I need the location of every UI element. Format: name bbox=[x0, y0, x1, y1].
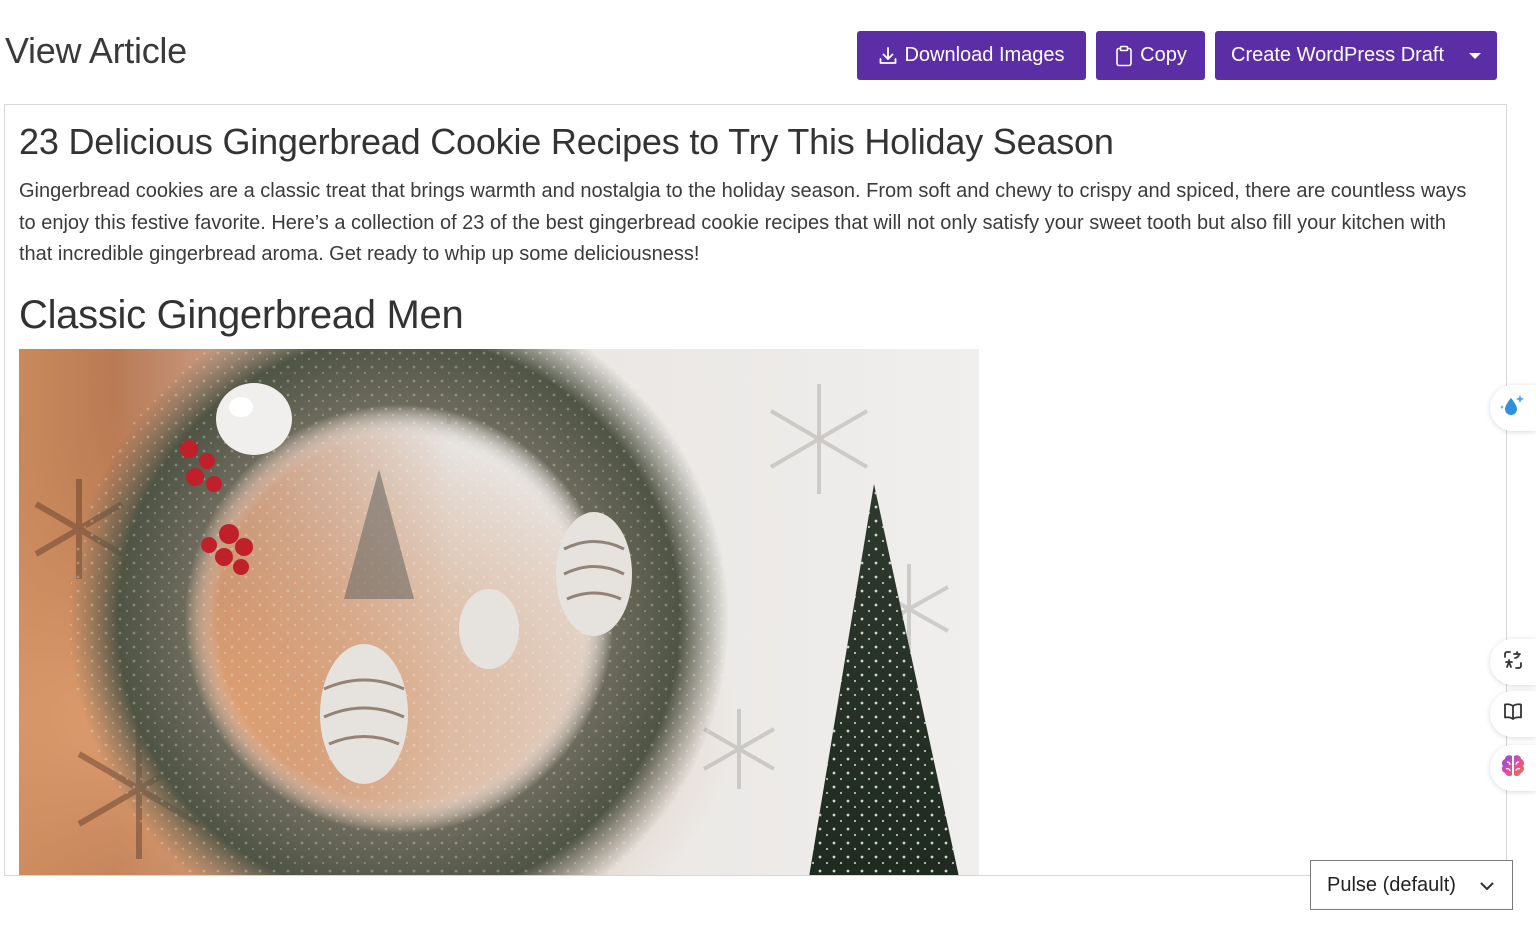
section-heading: Classic Gingerbread Men bbox=[19, 293, 464, 337]
book-icon bbox=[1502, 701, 1524, 728]
sparkle-droplet-icon bbox=[1498, 393, 1528, 424]
download-images-button[interactable]: Download Images bbox=[857, 31, 1086, 80]
copy-label: Copy bbox=[1140, 44, 1187, 66]
ai-brain-tool[interactable] bbox=[1490, 745, 1536, 791]
ai-sparkle-tool[interactable] bbox=[1490, 385, 1536, 431]
article-container: 23 Delicious Gingerbread Cookie Recipes … bbox=[4, 104, 1507, 876]
article-title: 23 Delicious Gingerbread Cookie Recipes … bbox=[19, 121, 1114, 162]
theme-select-value: Pulse (default) bbox=[1327, 873, 1456, 896]
chevron-down-icon bbox=[1480, 874, 1494, 897]
reader-tool[interactable] bbox=[1490, 691, 1536, 737]
page-title: View Article bbox=[5, 30, 187, 71]
translate-tool[interactable] bbox=[1490, 639, 1536, 685]
theme-select[interactable]: Pulse (default) bbox=[1310, 860, 1513, 910]
brain-icon bbox=[1499, 753, 1527, 784]
caret-down-icon bbox=[1469, 52, 1481, 59]
article-toolbar: Download Images Copy Create WordPress Dr… bbox=[857, 31, 1497, 80]
clipboard-icon bbox=[1114, 45, 1134, 67]
download-icon bbox=[878, 46, 898, 66]
copy-button[interactable]: Copy bbox=[1096, 31, 1205, 80]
article-intro: Gingerbread cookies are a classic treat … bbox=[19, 180, 1467, 265]
translate-icon bbox=[1502, 649, 1524, 676]
article-image bbox=[19, 349, 979, 875]
download-images-label: Download Images bbox=[904, 44, 1065, 66]
create-wordpress-draft-label: Create WordPress Draft bbox=[1231, 44, 1445, 66]
create-wordpress-draft-button[interactable]: Create WordPress Draft bbox=[1215, 31, 1497, 80]
